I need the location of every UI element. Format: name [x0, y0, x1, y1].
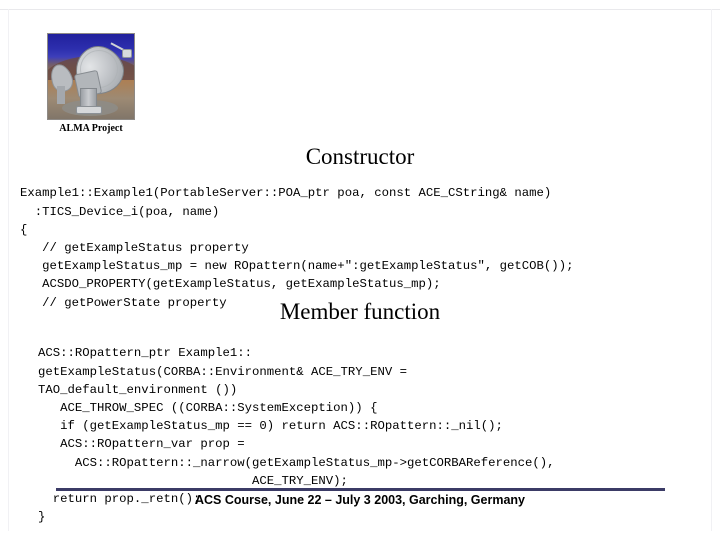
alma-logo-caption: ALMA Project [59, 123, 123, 134]
section-heading-member-function: Member function [279, 299, 441, 324]
antenna-feed-horn-icon [122, 49, 132, 58]
code-block-constructor: Example1::Example1(PortableServer::POA_p… [20, 186, 574, 310]
footer-course-info: ACS Course, June 22 – July 3 2003, Garch… [195, 493, 525, 507]
alma-logo-block: ALMA Project [47, 33, 135, 134]
antenna-foot [76, 106, 102, 114]
footer-divider-rule [56, 488, 665, 491]
alma-antenna-photo-icon [47, 33, 135, 120]
slide-frame-left-border [8, 9, 9, 531]
slide-frame-right-border [711, 9, 712, 531]
presentation-slide: ALMA Project Constructor Example1::Examp… [0, 0, 720, 540]
slide-frame-top-border [0, 9, 720, 10]
background-antenna-base [57, 86, 65, 104]
section-heading-constructor: Constructor [305, 144, 415, 169]
